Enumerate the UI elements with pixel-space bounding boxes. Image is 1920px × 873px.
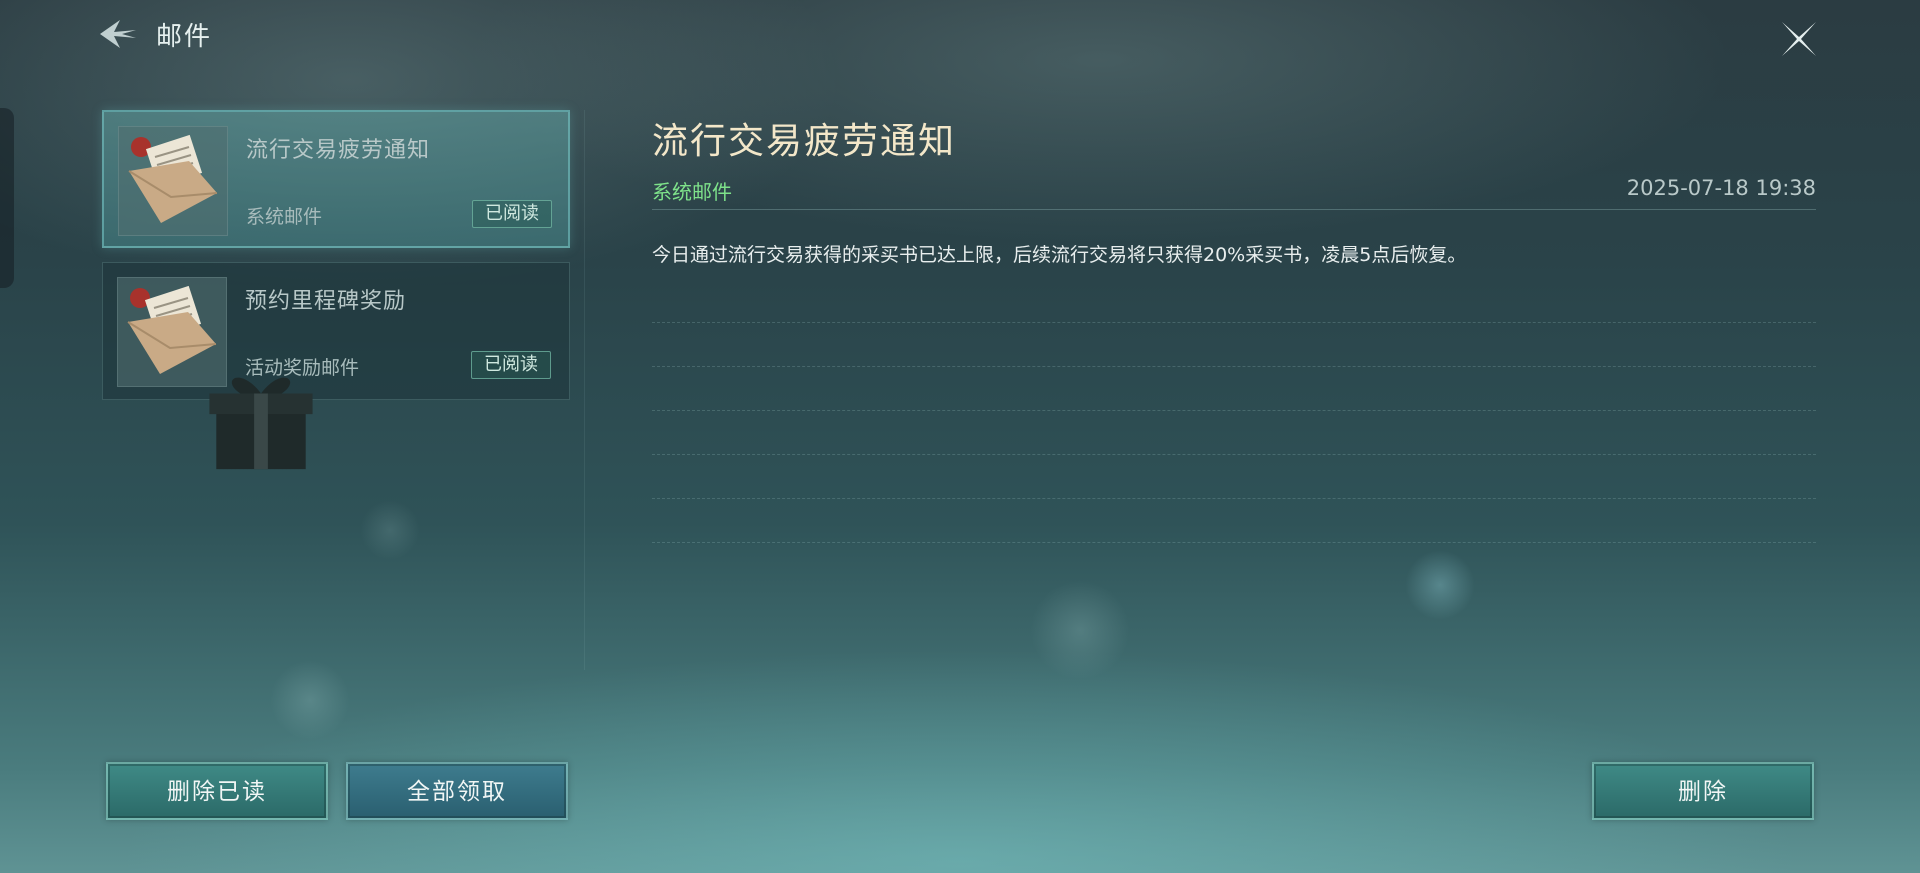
light-orb [1405, 550, 1475, 620]
mail-detail-title: 流行交易疲劳通知 [652, 121, 957, 162]
light-orb [270, 660, 350, 740]
delete-read-button[interactable]: 删除已读 [106, 762, 328, 820]
claim-all-button[interactable]: 全部领取 [346, 762, 568, 820]
read-status-badge: 已阅读 [472, 200, 552, 228]
mail-type: 系统邮件 [246, 206, 323, 228]
close-icon[interactable] [1778, 18, 1820, 60]
delete-button[interactable]: 删除 [1592, 762, 1814, 820]
light-orb [360, 500, 420, 560]
light-orb [1030, 580, 1130, 680]
page-title: 邮件 [156, 21, 213, 52]
mail-subject: 预约里程碑奖励 [245, 289, 407, 314]
mail-detail-type: 系统邮件 [652, 180, 732, 204]
ruled-lines [652, 279, 1816, 543]
mail-list: 流行交易疲劳通知 系统邮件 已阅读 预约里程碑奖励 活动奖励邮件 已阅读 [102, 110, 572, 470]
read-status-badge: 已阅读 [471, 351, 551, 379]
mail-item[interactable]: 预约里程碑奖励 活动奖励邮件 已阅读 [102, 262, 570, 470]
mail-item[interactable]: 流行交易疲劳通知 系统邮件 已阅读 [102, 110, 570, 248]
gift-icon [209, 377, 313, 470]
mail-detail-meta: 系统邮件 2025-07-18 19:38 [652, 176, 1816, 210]
mail-detail-body: 今日通过流行交易获得的采买书已达上限，后续流行交易将只获得20%采买书，凌晨5点… [652, 244, 1467, 266]
header: 邮件 [96, 12, 212, 56]
envelope-icon [118, 126, 228, 236]
envelope-icon [117, 277, 313, 470]
back-arrow-icon[interactable] [96, 17, 140, 51]
mail-detail: 流行交易疲劳通知 系统邮件 2025-07-18 19:38 今日通过流行交易获… [652, 112, 1816, 543]
mail-subject: 流行交易疲劳通知 [246, 138, 431, 163]
mail-detail-time: 2025-07-18 19:38 [1626, 176, 1816, 200]
panel-divider [584, 110, 585, 670]
side-drawer-handle[interactable] [0, 108, 14, 288]
mail-type: 活动奖励邮件 [245, 357, 360, 379]
